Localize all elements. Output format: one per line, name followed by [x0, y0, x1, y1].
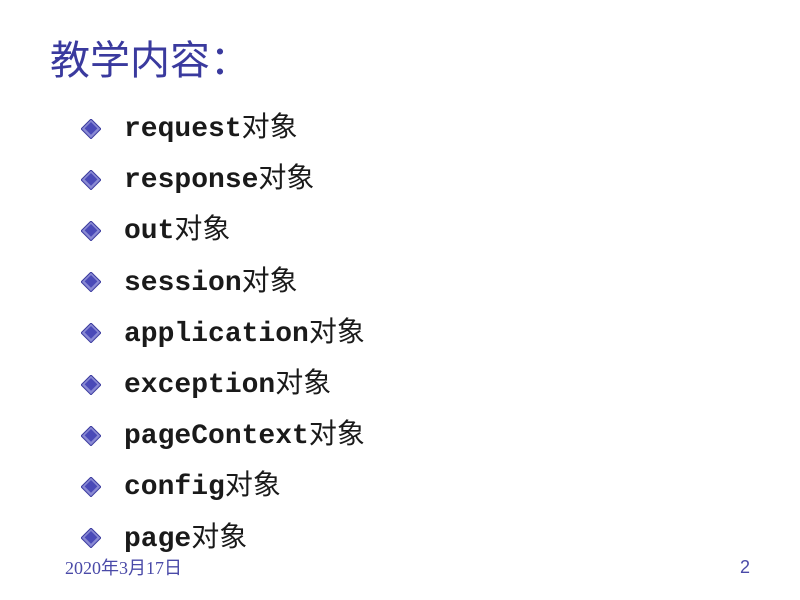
- item-mono: out: [124, 216, 174, 247]
- item-mono: request: [124, 114, 242, 145]
- item-cjk: 对象: [275, 368, 331, 399]
- list-item-text: pageContext对象: [124, 415, 365, 456]
- list-item-text: exception对象: [124, 364, 331, 405]
- item-cjk: 对象: [309, 317, 365, 348]
- list-item: request对象: [80, 108, 750, 149]
- diamond-bullet-icon: [80, 322, 102, 344]
- list-item: out对象: [80, 210, 750, 251]
- list-item: page对象: [80, 518, 750, 559]
- slide-title: 教学内容：: [50, 28, 750, 86]
- item-cjk: 对象: [225, 470, 281, 501]
- list-item: config对象: [80, 466, 750, 507]
- footer-date: 2020年3月17日: [65, 554, 182, 580]
- diamond-bullet-icon: [80, 374, 102, 396]
- item-mono: session: [124, 268, 242, 299]
- diamond-bullet-icon: [80, 476, 102, 498]
- diamond-bullet-icon: [80, 271, 102, 293]
- item-cjk: 对象: [242, 112, 298, 143]
- item-cjk: 对象: [174, 214, 230, 245]
- list-item: pageContext对象: [80, 415, 750, 456]
- item-mono: application: [124, 319, 309, 350]
- item-cjk: 对象: [258, 163, 314, 194]
- item-cjk: 对象: [191, 522, 247, 553]
- item-cjk: 对象: [242, 266, 298, 297]
- footer-page-number: 2: [740, 557, 750, 578]
- item-mono: exception: [124, 370, 275, 401]
- diamond-bullet-icon: [80, 220, 102, 242]
- bullet-list: request对象 response对象 out对象: [50, 108, 750, 559]
- list-item-text: application对象: [124, 313, 365, 354]
- item-mono: response: [124, 165, 258, 196]
- diamond-bullet-icon: [80, 425, 102, 447]
- diamond-bullet-icon: [80, 169, 102, 191]
- list-item: session对象: [80, 262, 750, 303]
- item-mono: page: [124, 524, 191, 555]
- list-item: response对象: [80, 159, 750, 200]
- list-item-text: page对象: [124, 518, 247, 559]
- list-item-text: out对象: [124, 210, 230, 251]
- diamond-bullet-icon: [80, 118, 102, 140]
- list-item-text: request对象: [124, 108, 298, 149]
- diamond-bullet-icon: [80, 527, 102, 549]
- list-item: application对象: [80, 313, 750, 354]
- footer: 2020年3月17日 2: [65, 554, 750, 580]
- item-mono: config: [124, 472, 225, 503]
- list-item-text: config对象: [124, 466, 281, 507]
- list-item: exception对象: [80, 364, 750, 405]
- item-cjk: 对象: [309, 419, 365, 450]
- slide-container: 教学内容： request对象 response对象: [0, 0, 800, 600]
- item-mono: pageContext: [124, 421, 309, 452]
- list-item-text: response对象: [124, 159, 314, 200]
- list-item-text: session对象: [124, 262, 298, 303]
